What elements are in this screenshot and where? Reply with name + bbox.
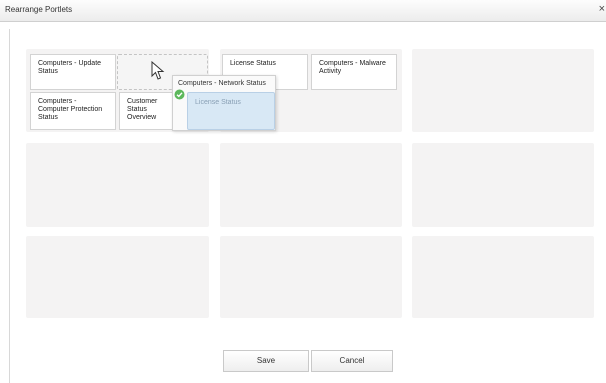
drag-ghost-portlet[interactable]: Computers - Network Status License Statu…	[172, 75, 276, 131]
dialog-titlebar: Rearrange Portlets ×	[0, 0, 606, 22]
portlet-label: Customer Status Overview	[127, 98, 158, 121]
drag-ghost-title: Computers - Network Status	[178, 80, 266, 87]
portlet-slot-row3-col1	[26, 236, 209, 318]
portlet-computers-update-status[interactable]: Computers - Update Status	[30, 54, 116, 90]
portlet-slot-row2-col2	[220, 143, 402, 227]
dialog-title: Rearrange Portlets	[5, 5, 73, 14]
check-icon	[174, 89, 185, 100]
portlet-slot-row2-col3	[412, 143, 594, 227]
portlet-computers-protection-status[interactable]: Computers - Computer Protection Status	[30, 92, 116, 130]
save-button[interactable]: Save	[223, 350, 309, 372]
portlet-slot-row2-col1	[26, 143, 209, 227]
portlet-label: Computers - Computer Protection Status	[38, 98, 103, 121]
portlet-slot-row3-col2	[220, 236, 402, 318]
arrow-cursor-icon	[151, 61, 165, 80]
close-icon[interactable]: ×	[599, 3, 605, 15]
drag-ghost-label: License Status	[195, 99, 241, 106]
drag-ghost-body: License Status	[187, 92, 275, 130]
portlet-label: Computers - Malware Activity	[319, 60, 386, 75]
cancel-button[interactable]: Cancel	[311, 350, 393, 372]
portlet-slot-row1-col3	[412, 49, 594, 132]
portlet-computers-malware-activity[interactable]: Computers - Malware Activity	[311, 54, 397, 90]
portlet-customer-status-overview[interactable]: Customer Status Overview	[119, 92, 179, 130]
portlet-slot-row3-col3	[412, 236, 594, 318]
portlet-label: Computers - Update Status	[38, 60, 102, 75]
portlet-label: License Status	[230, 60, 276, 67]
